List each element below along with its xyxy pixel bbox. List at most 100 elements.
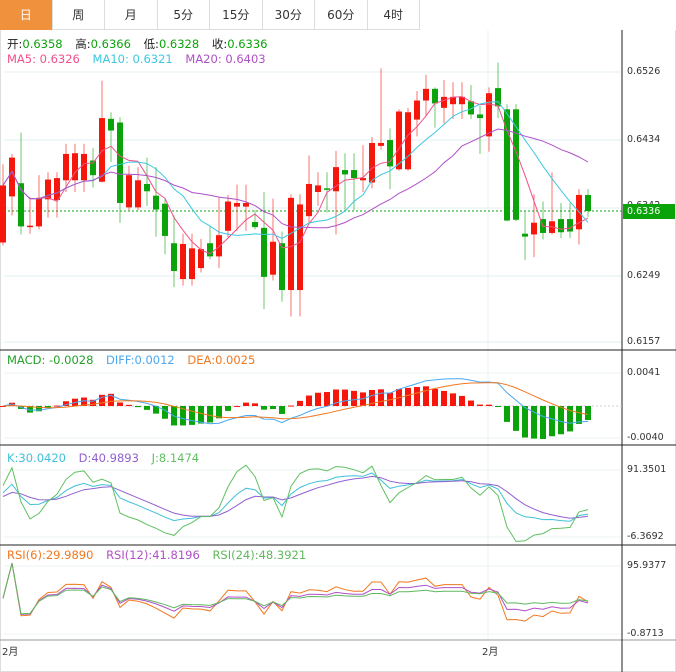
j-line — [2, 464, 589, 542]
candle-up — [423, 88, 429, 101]
candle-down — [144, 183, 150, 192]
candle-up — [297, 204, 303, 291]
macd-bar — [558, 406, 564, 435]
candle-down — [261, 227, 267, 277]
rsi12-value: RSI(12):41.8196 — [106, 548, 200, 562]
k-value: K:30.0420 — [7, 451, 66, 465]
macd-bar — [288, 405, 294, 407]
macd-bar — [261, 406, 267, 410]
macd-bar — [513, 406, 519, 431]
macd-bar — [144, 406, 150, 410]
rsi24-value: RSI(24):48.3921 — [212, 548, 307, 562]
macd-bar — [432, 388, 438, 406]
x-axis-label: 2月 — [482, 647, 499, 658]
low-value: 0.6328 — [158, 37, 200, 51]
macd-bar — [477, 404, 483, 406]
candle-down — [477, 114, 483, 119]
candle-down — [585, 194, 591, 212]
candle-up — [396, 111, 402, 170]
price-tick: 0.6157 — [627, 336, 661, 347]
macd-bar — [162, 406, 168, 419]
macd-tick: 0.0041 — [627, 367, 661, 378]
macd-bar — [495, 406, 501, 407]
macd-bar — [414, 387, 420, 406]
close-value: 0.6336 — [227, 37, 268, 51]
candle-up — [360, 178, 366, 181]
ma-legend: MA5: 0.6326 MA10: 0.6321 MA20: 0.6403 — [7, 52, 275, 66]
macd-bar — [378, 389, 384, 406]
candle-down — [171, 243, 177, 272]
macd-bar — [342, 389, 348, 406]
macd-bar — [225, 406, 231, 411]
macd-bar — [297, 400, 303, 406]
macd-bar — [459, 395, 465, 406]
candle-up — [216, 235, 222, 257]
candle-up — [180, 243, 186, 280]
diff-value: DIFF:0.0012 — [106, 353, 175, 367]
candle-down — [522, 233, 528, 237]
macd-bar — [306, 395, 312, 406]
rsi12-line — [2, 562, 589, 615]
candle-down — [351, 170, 357, 179]
macd-bar — [315, 392, 321, 406]
macd-bar — [117, 402, 123, 406]
macd-bar — [324, 392, 330, 406]
ma20-line — [2, 128, 589, 229]
candle-up — [81, 153, 87, 181]
diff-line — [2, 378, 589, 425]
candle-up — [531, 222, 537, 235]
open-label: 开: — [7, 37, 23, 51]
macd-tick: -0.0040 — [627, 432, 664, 443]
candle-up — [198, 249, 204, 269]
candle-up — [225, 201, 231, 231]
candle-up — [135, 180, 141, 208]
candle-up — [405, 112, 411, 170]
low-label: 低: — [143, 37, 159, 51]
dea-value: DEA:0.0025 — [187, 353, 256, 367]
ohlc-legend: 开:0.6358 高:0.6366 低:0.6328 收:0.6336 — [7, 36, 276, 52]
candle-up — [288, 197, 294, 291]
candle-down — [162, 203, 168, 236]
candle-down — [567, 219, 573, 232]
candlestick-chart[interactable] — [0, 0, 676, 672]
close-label: 收: — [211, 37, 228, 51]
ma10-value: MA10: 0.6321 — [92, 52, 173, 66]
ma5-value: MA5: 0.6326 — [7, 52, 80, 66]
candle-down — [108, 118, 114, 131]
d-line — [2, 475, 589, 519]
candle-up — [270, 241, 276, 275]
candle-up — [378, 142, 384, 146]
macd-bar — [405, 387, 411, 406]
candle-down — [153, 195, 159, 210]
rsi-tick: 95.9377 — [627, 560, 667, 571]
macd-bar — [549, 406, 555, 437]
candle-up — [486, 93, 492, 137]
rsi24-line — [2, 562, 589, 615]
candle-down — [342, 170, 348, 175]
x-axis-label: 2月 — [2, 647, 19, 658]
candle-down — [207, 243, 213, 257]
macd-bar — [450, 393, 456, 406]
d-value: D:40.9893 — [78, 451, 139, 465]
candle-down — [117, 122, 123, 203]
candle-up — [36, 197, 42, 227]
high-label: 高: — [75, 37, 91, 51]
macd-bar — [207, 406, 213, 423]
macd-bar — [126, 404, 132, 406]
open-value: 0.6358 — [22, 37, 63, 51]
price-tick: 0.6526 — [627, 66, 661, 77]
macd-bar — [504, 406, 510, 422]
candle-up — [9, 157, 15, 197]
rsi-tick: -0.8713 — [627, 628, 664, 639]
rsi6-line — [2, 562, 589, 622]
macd-bar — [522, 406, 528, 438]
candle-up — [243, 202, 249, 207]
macd-bar — [189, 406, 195, 425]
j-value: J:8.1474 — [151, 451, 200, 465]
rsi-legend: RSI(6):29.9890 RSI(12):41.8196 RSI(24):4… — [7, 548, 315, 562]
candle-down — [279, 243, 285, 291]
candle-up — [234, 202, 240, 207]
rsi6-value: RSI(6):29.9890 — [7, 548, 94, 562]
current-price-badge: 0.6336 — [623, 204, 675, 219]
candle-up — [63, 153, 69, 181]
